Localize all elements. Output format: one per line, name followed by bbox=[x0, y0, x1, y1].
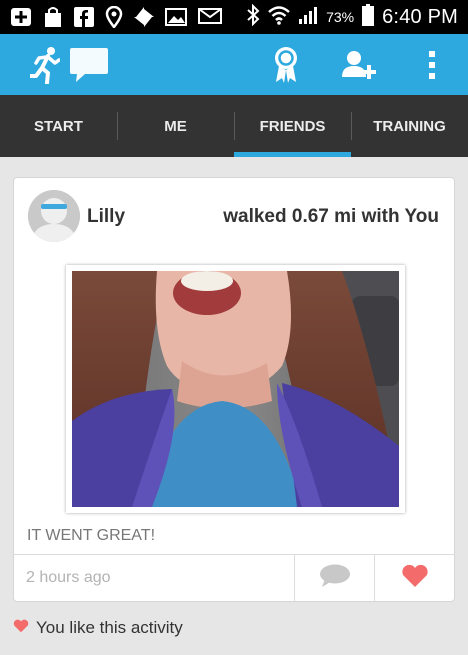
bluetooth-icon bbox=[246, 3, 260, 30]
pinwheel-icon bbox=[134, 7, 154, 27]
activity-photo-frame[interactable] bbox=[66, 265, 405, 513]
like-button[interactable] bbox=[374, 555, 454, 601]
battery-icon bbox=[362, 4, 375, 30]
card-footer: 2 hours ago bbox=[14, 554, 454, 601]
timestamp: 2 hours ago bbox=[26, 569, 111, 586]
overflow-menu-icon[interactable] bbox=[424, 34, 440, 95]
avatar[interactable] bbox=[28, 190, 80, 242]
location-icon bbox=[105, 6, 123, 28]
award-ribbon-icon[interactable] bbox=[272, 34, 300, 95]
activity-card: Lilly walked 0.67 mi with You IT WENT GR… bbox=[13, 177, 455, 602]
comment-icon bbox=[319, 564, 351, 593]
app-bar bbox=[0, 34, 468, 95]
chat-bubble-icon[interactable] bbox=[68, 34, 110, 95]
tab-start[interactable]: START bbox=[0, 95, 117, 157]
runner-icon[interactable] bbox=[29, 34, 61, 95]
activity-caption: IT WENT GREAT! bbox=[27, 527, 156, 544]
tab-label: ME bbox=[164, 117, 187, 135]
heart-icon bbox=[13, 618, 29, 638]
user-name[interactable]: Lilly bbox=[87, 206, 125, 228]
clock: 6:40 PM bbox=[382, 5, 458, 28]
facebook-icon bbox=[74, 7, 94, 27]
add-friend-icon[interactable] bbox=[341, 34, 377, 95]
battery-percentage: 73% bbox=[326, 9, 355, 25]
activity-description: walked 0.67 mi with You bbox=[223, 206, 439, 227]
like-status: You like this activity bbox=[13, 618, 183, 638]
tab-friends[interactable]: FRIENDS bbox=[234, 95, 351, 157]
comment-button[interactable] bbox=[294, 555, 374, 601]
heart-icon bbox=[401, 564, 429, 593]
bag-icon bbox=[43, 6, 63, 28]
tab-label: START bbox=[34, 117, 83, 135]
wifi-icon bbox=[268, 5, 290, 29]
activity-photo[interactable] bbox=[72, 271, 399, 507]
tab-label: FRIENDS bbox=[259, 117, 326, 135]
email-icon bbox=[198, 8, 222, 26]
tab-training[interactable]: TRAINING bbox=[351, 95, 468, 157]
gallery-icon bbox=[165, 8, 187, 26]
signal-icon bbox=[298, 5, 318, 29]
like-status-text: You like this activity bbox=[36, 618, 183, 637]
status-bar: 73% 6:40 PM bbox=[0, 0, 468, 34]
plus-icon bbox=[10, 7, 32, 27]
tab-bar: START ME FRIENDS TRAINING bbox=[0, 95, 468, 157]
tab-label: TRAINING bbox=[373, 117, 446, 135]
tab-me[interactable]: ME bbox=[117, 95, 234, 157]
